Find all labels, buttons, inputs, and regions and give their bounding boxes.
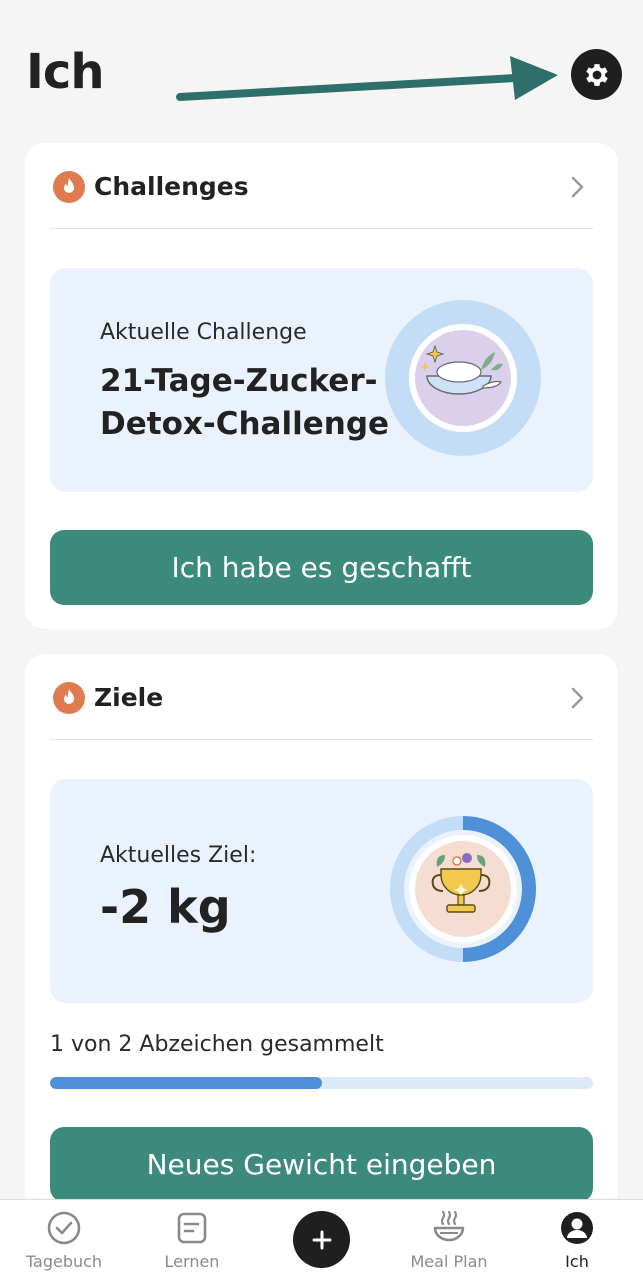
badges-progress-fill — [50, 1077, 322, 1089]
check-circle-icon — [47, 1211, 81, 1245]
tab-tagebuch[interactable]: Tagebuch — [4, 1200, 124, 1280]
challenges-card: Challenges Aktuelle Challenge 21-Tage-Zu… — [25, 143, 618, 629]
tab-label-lernen: Lernen — [164, 1252, 220, 1271]
current-goal-value: -2 kg — [100, 880, 231, 934]
tab-label-tagebuch: Tagebuch — [25, 1252, 103, 1271]
badges-text: 1 von 2 Abzeichen gesammelt — [50, 1032, 384, 1057]
enter-weight-button[interactable]: Neues Gewicht eingeben — [50, 1127, 593, 1202]
tab-meal-plan[interactable]: Meal Plan — [389, 1200, 509, 1280]
bowl-icon — [433, 1210, 465, 1242]
current-goal-box[interactable]: Aktuelles Ziel: -2 kg — [50, 779, 593, 1003]
gear-icon — [585, 63, 608, 86]
tab-lernen[interactable]: Lernen — [132, 1200, 252, 1280]
profile-icon — [561, 1212, 593, 1244]
flame-icon — [53, 171, 85, 203]
current-challenge-label: Aktuelle Challenge — [100, 320, 307, 345]
tab-label-meal-plan: Meal Plan — [410, 1252, 488, 1271]
tab-label-ich: Ich — [565, 1252, 589, 1271]
challenge-name-line1: 21-Tage-Zucker- — [100, 363, 378, 399]
chevron-right-icon — [571, 176, 584, 198]
challenges-title: Challenges — [94, 172, 249, 201]
goals-header[interactable]: Ziele — [50, 678, 593, 740]
goal-progress-ring — [390, 816, 536, 962]
page-title: Ich — [26, 44, 104, 100]
badges-progress-bar — [50, 1077, 593, 1089]
challenge-ring-illustration — [385, 300, 541, 456]
chevron-right-icon — [571, 687, 584, 709]
tab-ich[interactable]: Ich — [517, 1200, 637, 1280]
document-icon — [177, 1212, 207, 1244]
goals-title: Ziele — [94, 683, 164, 712]
flame-icon — [53, 682, 85, 714]
goals-card: Ziele Aktuelles Ziel: -2 kg 1 von 2 Abze… — [25, 654, 618, 1214]
current-challenge-name: 21-Tage-Zucker- Detox-Challenge — [100, 360, 389, 446]
settings-button[interactable] — [571, 49, 622, 100]
challenge-name-line2: Detox-Challenge — [100, 406, 390, 442]
add-button[interactable] — [293, 1211, 350, 1268]
current-goal-label: Aktuelles Ziel: — [100, 843, 257, 868]
challenge-done-button[interactable]: Ich habe es geschafft — [50, 530, 593, 605]
bottom-tab-bar: Tagebuch Lernen Meal Plan Ich — [0, 1199, 643, 1280]
annotation-arrow — [176, 56, 558, 101]
plus-icon — [312, 1230, 331, 1249]
challenges-header[interactable]: Challenges — [50, 167, 593, 229]
current-challenge-box[interactable]: Aktuelle Challenge 21-Tage-Zucker- Detox… — [50, 268, 593, 492]
